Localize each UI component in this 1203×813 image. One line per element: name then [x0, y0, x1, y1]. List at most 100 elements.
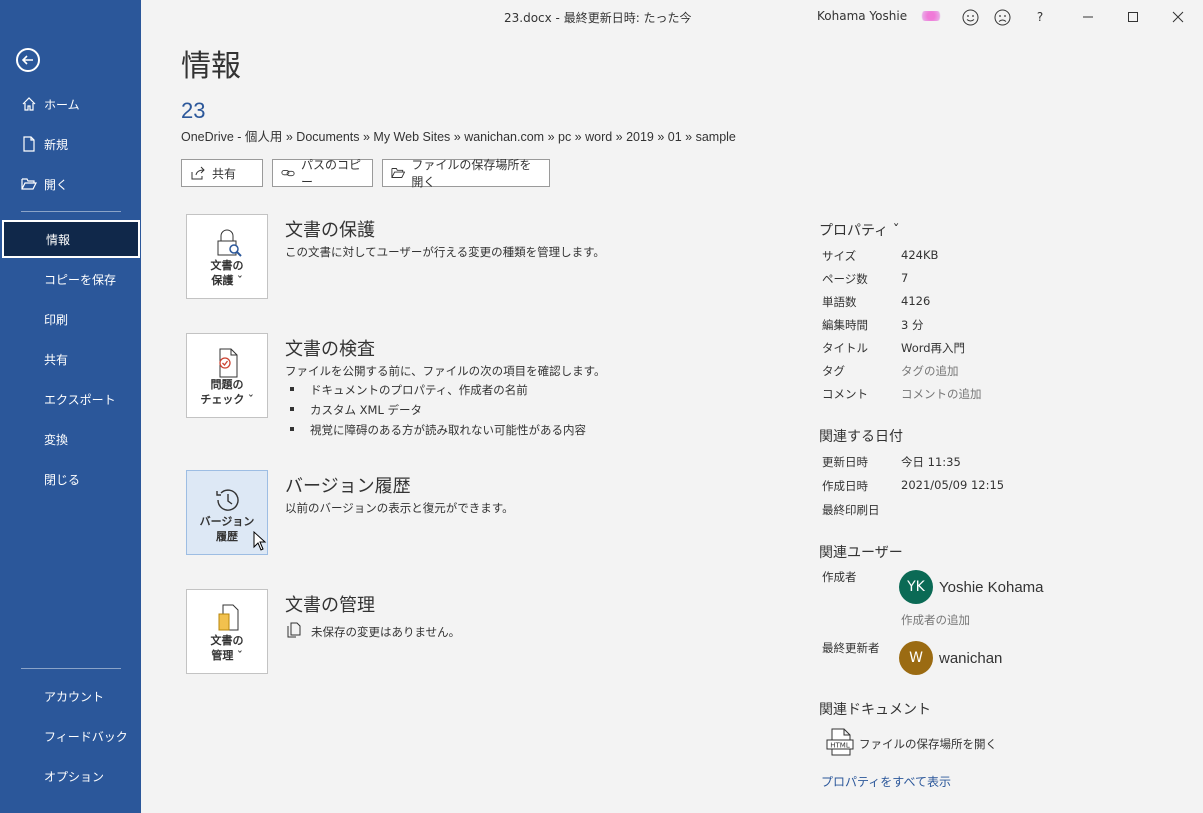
nav-share-label: 共有	[44, 352, 69, 367]
open-location-label: ファイルの保存場所を開く	[411, 158, 532, 189]
prop-value: 2021/05/09 12:15	[901, 478, 1005, 492]
prop-label: 作成日時	[822, 479, 868, 493]
nav-open[interactable]: 開く	[0, 165, 141, 203]
check-tile-label-2: チェック ˇ	[200, 393, 254, 406]
inspect-bullet-text: カスタム XML データ	[310, 403, 423, 417]
nav-new-label: 新規	[44, 137, 69, 152]
nav-transform-label: 変換	[44, 432, 69, 447]
inspect-desc: ファイルを公開する前に、ファイルの次の項目を確認します。	[285, 364, 606, 378]
nav-close[interactable]: 閉じる	[0, 460, 141, 498]
nav-new[interactable]: 新規	[0, 125, 141, 163]
page-title: 情報	[181, 50, 241, 83]
nav-open-label: 開く	[44, 177, 69, 192]
protect-title: 文書の保護	[285, 220, 375, 240]
nav-export-label: エクスポート	[44, 392, 116, 407]
protect-document-tile[interactable]: 文書の 保護 ˇ	[186, 214, 268, 299]
nav-print[interactable]: 印刷	[0, 300, 141, 338]
history-clock-icon	[216, 489, 239, 511]
add-tag-field[interactable]: タグの追加	[901, 363, 959, 379]
frown-icon[interactable]	[991, 6, 1013, 28]
prop-label: サイズ	[822, 249, 857, 263]
modifier-avatar[interactable]: W	[899, 641, 933, 675]
close-button[interactable]	[1167, 6, 1189, 28]
maximize-button[interactable]	[1122, 6, 1144, 28]
related-dates-header: 関連する日付	[819, 429, 903, 445]
minimize-button[interactable]	[1077, 6, 1099, 28]
open-file-location-link[interactable]: ファイルの保存場所を開く	[859, 736, 997, 752]
manage-title: 文書の管理	[285, 595, 375, 615]
user-name[interactable]: Kohama Yoshie	[817, 9, 907, 23]
protect-desc: この文書に対してユーザーが行える変更の種類を管理します。	[285, 245, 605, 259]
svg-text:HTML: HTML	[830, 742, 850, 750]
modifier-name[interactable]: wanichan	[939, 650, 1002, 667]
nav-info[interactable]: 情報	[2, 220, 140, 258]
help-button[interactable]: ?	[1029, 6, 1051, 28]
copy-path-button[interactable]: パスのコピー	[272, 158, 373, 189]
add-author-link[interactable]: 作成者の追加	[901, 612, 970, 628]
inspect-bullet-text: ドキュメントのプロパティ、作成者の名前	[310, 383, 528, 397]
nav-home[interactable]: ホーム	[0, 85, 141, 123]
related-people-header: 関連ユーザー	[819, 545, 903, 561]
prop-label: ページ数	[822, 272, 868, 286]
manage-document-icon	[218, 604, 239, 631]
nav-save-copy[interactable]: コピーを保存	[0, 260, 141, 298]
backstage-sidebar: ホーム 新規 開く 情報 コピーを保存 印刷 共有 エクスポート 変換 閉じる …	[0, 0, 141, 813]
nav-transform[interactable]: 変換	[0, 420, 141, 458]
inspect-bullet: カスタム XML データ	[290, 402, 422, 418]
open-location-button[interactable]: ファイルの保存場所を開く	[382, 158, 550, 189]
home-icon	[22, 97, 36, 111]
document-path: OneDrive - 個人用 » Documents » My Web Site…	[181, 130, 736, 144]
nav-feedback-label: フィードバック	[44, 729, 128, 744]
nav-feedback[interactable]: フィードバック	[0, 717, 141, 755]
share-icon	[191, 166, 205, 180]
related-documents-header: 関連ドキュメント	[819, 702, 931, 718]
link-icon	[281, 169, 295, 177]
prop-label: タイトル	[822, 341, 868, 355]
prop-label: コメント	[822, 387, 868, 401]
nav-info-label: 情報	[46, 232, 71, 247]
info-pane: 情報 23 OneDrive - 個人用 » Documents » My We…	[141, 34, 1203, 813]
prop-value: 424KB	[901, 248, 939, 262]
inspect-bullet: ドキュメントのプロパティ、作成者の名前	[290, 382, 528, 398]
share-button-label: 共有	[212, 166, 237, 181]
manage-document-tile[interactable]: 文書の 管理 ˇ	[186, 589, 268, 674]
folder-open-icon	[21, 178, 37, 190]
nav-share[interactable]: 共有	[0, 340, 141, 378]
prop-label: 更新日時	[822, 455, 868, 469]
title-value[interactable]: Word再入門	[901, 340, 965, 356]
properties-header[interactable]: プロパティ ˇ	[819, 220, 900, 240]
prop-value: 7	[901, 271, 909, 285]
mouse-cursor-icon	[253, 531, 267, 551]
author-name[interactable]: Yoshie Kohama	[939, 579, 1044, 596]
nav-account-label: アカウント	[44, 689, 105, 704]
nav-divider	[21, 211, 121, 212]
folder-open-icon	[391, 168, 406, 178]
smiley-icon[interactable]	[959, 6, 981, 28]
author-avatar[interactable]: YK	[899, 570, 933, 604]
nav-account[interactable]: アカウント	[0, 677, 141, 715]
new-doc-icon	[23, 136, 35, 152]
prop-value: 今日 11:35	[901, 455, 961, 469]
copy-path-label: パスのコピー	[301, 158, 362, 189]
prop-value: 4126	[901, 294, 931, 308]
nav-close-label: 閉じる	[44, 472, 81, 487]
back-arrow-icon[interactable]	[16, 48, 40, 72]
prop-label: 単語数	[822, 295, 857, 309]
nav-save-copy-label: コピーを保存	[44, 272, 117, 287]
nav-print-label: 印刷	[44, 312, 69, 327]
user-avatar-blob	[920, 11, 942, 21]
nav-options[interactable]: オプション	[0, 757, 141, 795]
add-comment-field[interactable]: コメントの追加	[901, 386, 982, 402]
check-issues-tile[interactable]: 問題の チェック ˇ	[186, 333, 268, 418]
history-desc: 以前のバージョンの表示と復元ができます。	[285, 501, 514, 515]
show-all-properties-link[interactable]: プロパティをすべて表示	[821, 773, 951, 790]
protect-tile-label-2: 保護 ˇ	[211, 274, 243, 287]
nav-export[interactable]: エクスポート	[0, 380, 141, 418]
manage-tile-label-2: 管理 ˇ	[211, 649, 243, 662]
nav-options-label: オプション	[44, 769, 105, 784]
share-button[interactable]: 共有	[181, 159, 263, 187]
prop-label: 編集時間	[822, 318, 868, 332]
document-name: 23	[181, 98, 206, 123]
inspect-bullet: 視覚に障碍のある方が読み取れない可能性がある内容	[290, 422, 586, 438]
nav-divider-bottom	[21, 668, 121, 669]
